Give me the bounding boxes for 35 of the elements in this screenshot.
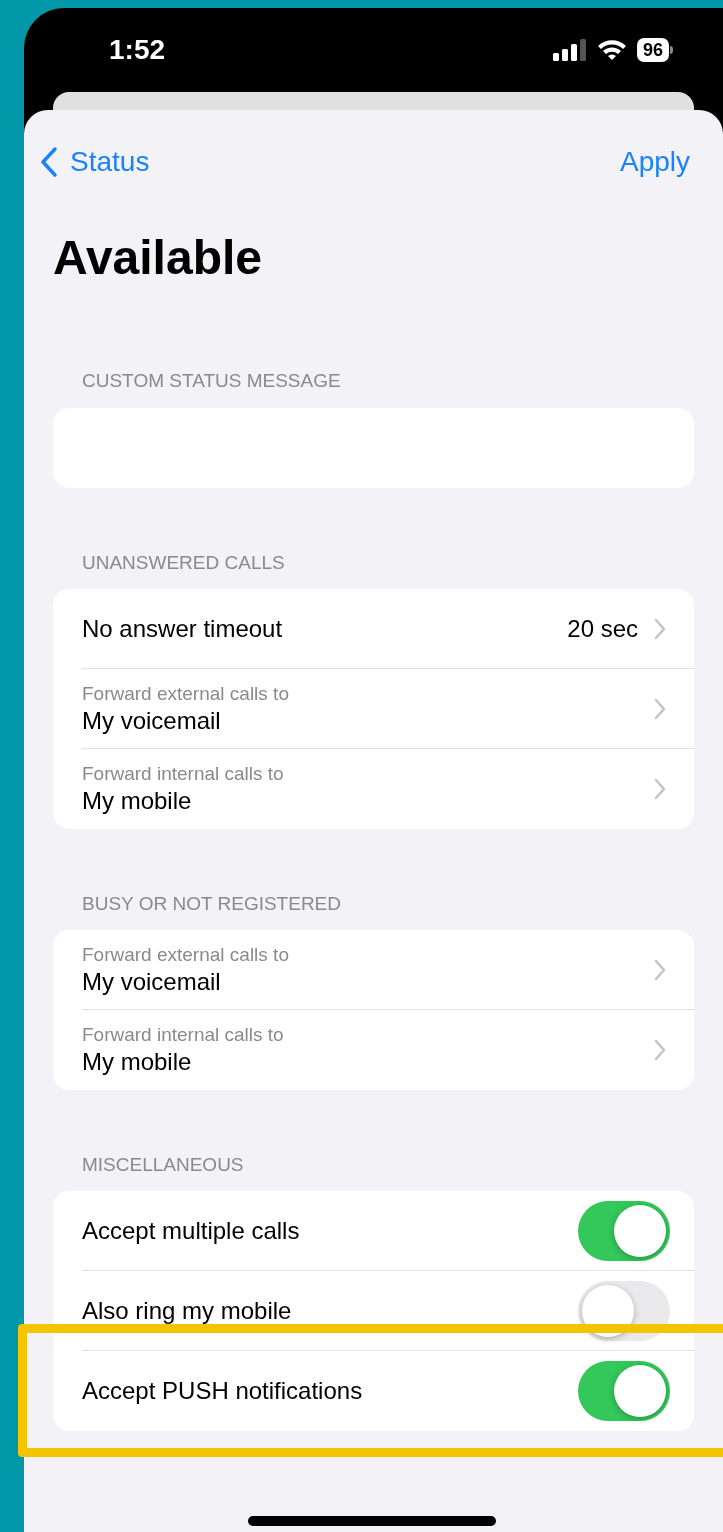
row-label: Also ring my mobile xyxy=(82,1295,292,1326)
row-caption: Forward internal calls to xyxy=(82,762,284,786)
row-label: Accept multiple calls xyxy=(82,1215,300,1246)
chevron-icon xyxy=(654,697,666,720)
settings-row[interactable]: Forward external calls to My voicemail xyxy=(53,930,694,1010)
row-label: No answer timeout xyxy=(82,613,283,644)
row-caption: Forward external calls to xyxy=(82,942,289,967)
toggle-switch[interactable] xyxy=(578,1200,670,1261)
row-caption: Forward external calls to xyxy=(82,681,289,706)
row-caption: Forward internal calls to xyxy=(82,1023,284,1047)
chevron-icon xyxy=(654,1039,666,1061)
settings-row[interactable]: Forward internal calls to My mobile xyxy=(53,1010,694,1090)
row-label: Accept PUSH notifications xyxy=(82,1376,363,1406)
signal-icon xyxy=(552,39,587,61)
chevron-icon xyxy=(654,958,666,981)
chevron-icon xyxy=(654,778,666,800)
toggle-switch[interactable] xyxy=(578,1361,670,1421)
chevron-icon xyxy=(654,617,666,640)
section-header: UNANSWERED CALLS xyxy=(82,551,286,575)
section-header: BUSY OR NOT REGISTERED xyxy=(82,892,342,916)
status-time: 1:52 xyxy=(109,33,166,67)
settings-row[interactable]: Forward internal calls to My mobile xyxy=(53,749,694,829)
row-label: My voicemail xyxy=(82,705,222,736)
wifi-icon xyxy=(596,39,627,61)
back-chevron-icon xyxy=(40,146,58,178)
settings-row[interactable]: Forward external calls to My voicemail xyxy=(53,669,694,749)
page-title: Available xyxy=(53,230,263,286)
section-header: CUSTOM STATUS MESSAGE xyxy=(82,369,342,393)
row-label: My mobile xyxy=(82,786,193,816)
section-header: MISCELLANEOUS xyxy=(82,1153,245,1177)
battery-level: 96 xyxy=(642,41,663,59)
row-value: 20 sec xyxy=(567,613,638,644)
row-label: My voicemail xyxy=(82,966,222,997)
row-label: My mobile xyxy=(82,1047,193,1077)
settings-row[interactable]: No answer timeout 20 sec xyxy=(53,589,694,669)
